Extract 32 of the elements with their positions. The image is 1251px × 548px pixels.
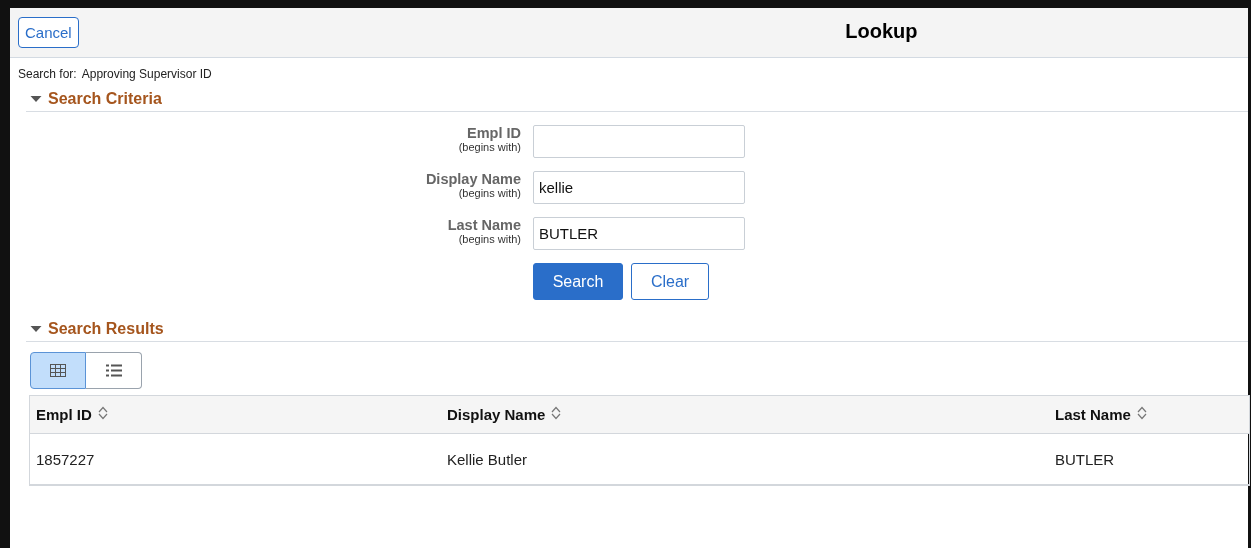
field-hint: (begins with) — [457, 187, 521, 199]
field-label: Display Name — [424, 171, 521, 187]
search-button[interactable]: Search — [533, 263, 623, 300]
grid-icon — [50, 364, 66, 377]
table-cell: 1857227 — [29, 433, 441, 485]
column-header[interactable]: Last Name — [1049, 395, 1250, 434]
list-view-button[interactable] — [86, 352, 142, 389]
section-title: Search Results — [48, 320, 164, 338]
field-label: Last Name — [446, 217, 521, 233]
field-hint: (begins with) — [457, 141, 521, 153]
search-for-label: Search for: — [18, 67, 77, 81]
input-field[interactable]: BUTLER — [533, 217, 745, 250]
field-label: Empl ID — [466, 125, 521, 141]
clear-button[interactable]: Clear — [631, 263, 709, 300]
collapse-arrow-icon[interactable] — [30, 325, 42, 333]
sort-icon[interactable] — [97, 406, 108, 420]
sort-icon[interactable] — [551, 406, 562, 420]
table-cell: BUTLER — [1049, 433, 1250, 485]
search-for-value: Approving Supervisor ID — [81, 67, 212, 81]
sort-icon[interactable] — [1136, 406, 1147, 420]
input-field[interactable]: kellie — [533, 171, 745, 204]
collapse-arrow-icon[interactable] — [30, 95, 42, 103]
list-icon — [105, 364, 122, 377]
column-header[interactable]: Empl ID — [29, 395, 441, 434]
column-header[interactable]: Display Name — [441, 395, 1049, 434]
cancel-button[interactable]: Cancel — [18, 17, 79, 48]
field-hint: (begins with) — [457, 233, 521, 245]
input-field[interactable] — [533, 125, 745, 158]
section-title: Search Criteria — [48, 90, 162, 108]
table-cell: Kellie Butler — [441, 433, 1049, 485]
grid-view-button[interactable] — [30, 352, 86, 389]
dialog-title: Lookup — [844, 20, 919, 43]
